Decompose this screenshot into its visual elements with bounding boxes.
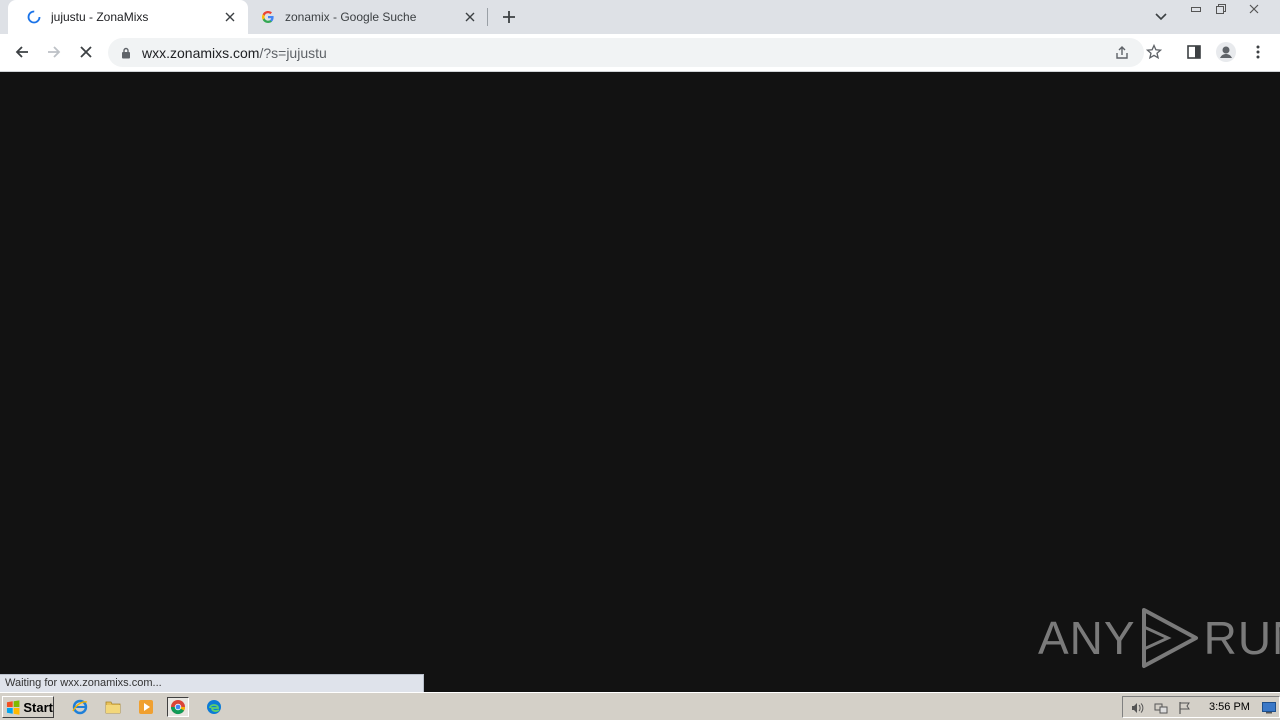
browser-toolbar: wxx.zonamixs.com/?s=jujustu <box>0 34 1280 72</box>
watermark-left: ANY <box>1038 612 1136 664</box>
play-triangle-icon <box>1141 608 1198 668</box>
internet-explorer-icon[interactable] <box>69 697 91 717</box>
tab-strip: jujustu - ZonaMixs zonamix - Google Such… <box>0 0 1280 34</box>
tab-jujustu-zonamixs[interactable]: jujustu - ZonaMixs <box>8 0 248 34</box>
chrome-taskbar-icon[interactable] <box>167 697 189 717</box>
media-player-icon[interactable] <box>135 697 157 717</box>
edge-icon[interactable] <box>203 697 225 717</box>
menu-kebab-icon[interactable] <box>1244 38 1272 66</box>
close-tab-icon[interactable] <box>222 9 238 25</box>
side-panel-icon[interactable] <box>1180 38 1208 66</box>
tab-search-chevron-down-icon[interactable] <box>1150 6 1172 28</box>
start-label: Start <box>23 699 53 715</box>
stop-loading-button[interactable] <box>72 38 100 66</box>
tab-title: zonamix - Google Suche <box>285 10 417 24</box>
url-text: wxx.zonamixs.com/?s=jujustu <box>142 45 327 61</box>
minimize-window-button[interactable] <box>1185 2 1207 16</box>
action-center-flag-icon[interactable] <box>1177 700 1193 716</box>
close-window-button[interactable] <box>1243 2 1265 16</box>
back-button[interactable] <box>8 38 36 66</box>
start-button[interactable]: Start <box>2 696 54 718</box>
network-icon[interactable] <box>1153 700 1169 716</box>
close-tab-icon[interactable] <box>462 9 478 25</box>
taskbar: Start 3:56 PM <box>0 692 1280 720</box>
share-icon[interactable] <box>1111 42 1133 64</box>
google-icon <box>260 9 276 25</box>
watermark-right: RUN <box>1203 612 1280 664</box>
page-content <box>0 72 1280 692</box>
loading-spinner-icon <box>26 9 42 25</box>
tab-google-suche[interactable]: zonamix - Google Suche <box>250 0 488 34</box>
tab-separator <box>487 8 488 26</box>
anyrun-watermark-logo: ANY RUN <box>1038 606 1280 670</box>
tab-title: jujustu - ZonaMixs <box>51 10 149 24</box>
windows-flag-icon <box>6 699 20 715</box>
restore-window-button[interactable] <box>1210 2 1232 16</box>
forward-button[interactable] <box>40 38 68 66</box>
taskbar-clock[interactable]: 3:56 PM <box>1209 701 1250 713</box>
status-bubble: Waiting for wxx.zonamixs.com... <box>0 674 424 692</box>
url-host: wxx.zonamixs.com <box>142 44 260 61</box>
lock-icon[interactable] <box>119 46 133 60</box>
new-tab-button[interactable] <box>498 6 520 28</box>
system-tray: 3:56 PM <box>1122 696 1280 718</box>
url-path: /?s=jujustu <box>259 44 327 61</box>
profile-avatar-icon[interactable] <box>1212 38 1240 66</box>
address-bar[interactable]: wxx.zonamixs.com/?s=jujustu <box>108 38 1144 67</box>
show-desktop-icon[interactable] <box>1261 700 1277 716</box>
bookmark-star-icon[interactable] <box>1140 38 1168 66</box>
volume-icon[interactable] <box>1129 700 1145 716</box>
file-explorer-icon[interactable] <box>102 697 124 717</box>
